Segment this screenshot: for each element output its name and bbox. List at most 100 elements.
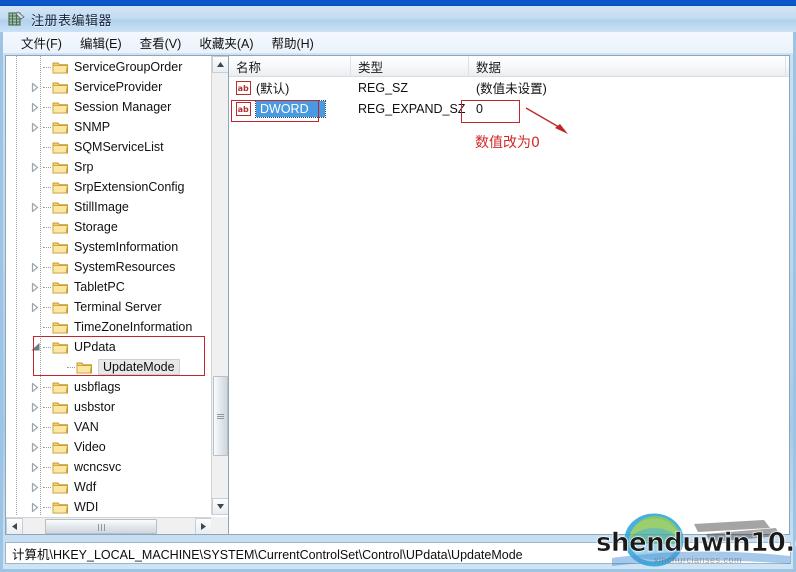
menu-bar: 文件(F) 编辑(E) 查看(V) 收藏夹(A) 帮助(H) [3, 32, 793, 54]
scrollbar-grip-icon [97, 518, 106, 535]
folder-icon [52, 280, 69, 295]
tree-item-wcncsvc[interactable]: wcncsvc [6, 457, 212, 477]
svg-text:ab: ab [238, 84, 249, 93]
tree-item-systemresources[interactable]: SystemResources [6, 257, 212, 277]
expand-arrow-right-icon[interactable] [28, 97, 42, 117]
tree-item-systeminformation[interactable]: SystemInformation [6, 237, 212, 257]
tree-horizontal-scrollbar[interactable] [6, 517, 212, 534]
tree-connector-line [42, 337, 52, 357]
string-value-icon: ab [236, 101, 251, 116]
tree-item-van[interactable]: VAN [6, 417, 212, 437]
scroll-up-arrow-icon[interactable] [212, 56, 228, 73]
tree-item-label: VAN [74, 420, 99, 434]
column-type[interactable]: 类型 [351, 56, 469, 77]
tree-vertical-scrollbar[interactable] [211, 56, 228, 515]
expand-arrow-right-icon[interactable] [28, 477, 42, 497]
expand-arrow-down-icon[interactable] [28, 337, 42, 357]
tree-connector-line [42, 437, 52, 457]
expand-arrow-right-icon[interactable] [28, 77, 42, 97]
menu-file[interactable]: 文件(F) [13, 31, 72, 54]
tree-connector-line [42, 397, 52, 417]
expand-arrow-right-icon[interactable] [28, 377, 42, 397]
tree-item-label: Session Manager [74, 100, 172, 114]
expand-arrow-right-icon[interactable] [28, 257, 42, 277]
tree-item-snmp[interactable]: SNMP [6, 117, 212, 137]
tree-list: ServiceGroupOrder ServiceProvider Session … [6, 56, 212, 515]
folder-icon [52, 80, 69, 95]
tree-item-label: Wdf [74, 480, 97, 494]
tree-item-terminal-server[interactable]: Terminal Server [6, 297, 212, 317]
tree-connector-line [42, 177, 52, 197]
title-bar[interactable]: 注册表编辑器 [0, 6, 796, 32]
expand-arrow-right-icon[interactable] [28, 457, 42, 477]
tree-item-label: usbflags [74, 380, 121, 394]
menu-view[interactable]: 查看(V) [132, 31, 192, 54]
tree-item-storage[interactable]: Storage [6, 217, 212, 237]
tree-item-serviceprovider[interactable]: ServiceProvider [6, 77, 212, 97]
tree-connector-line [42, 297, 52, 317]
expand-arrow-right-icon[interactable] [28, 297, 42, 317]
value-name-text: DWORD [255, 99, 326, 118]
tree-item-label: UPdata [74, 340, 116, 354]
tree-item-srp[interactable]: Srp [6, 157, 212, 177]
tree-item-session-manager[interactable]: Session Manager [6, 97, 212, 117]
expand-arrow-right-icon[interactable] [28, 397, 42, 417]
folder-icon [52, 300, 69, 315]
tree-hscrollbar-thumb[interactable] [45, 519, 157, 534]
folder-icon [52, 200, 69, 215]
scroll-down-arrow-icon[interactable] [212, 498, 228, 515]
value-name-cell: ab DWORD [229, 98, 351, 119]
tree-item-wdi[interactable]: WDI [6, 497, 212, 515]
tree-item-stillimage[interactable]: StillImage [6, 197, 212, 217]
tree-item-servicegrouporder[interactable]: ServiceGroupOrder [6, 57, 212, 77]
value-row[interactable]: ab DWORD REG_EXPAND_SZ 0 [229, 98, 789, 119]
menu-favorites[interactable]: 收藏夹(A) [191, 31, 263, 54]
folder-icon [52, 320, 69, 335]
tree-leaf-spacer [28, 217, 42, 237]
tree-connector-line [42, 97, 52, 117]
registry-tree-pane[interactable]: ServiceGroupOrder ServiceProvider Session … [5, 55, 229, 535]
expand-arrow-right-icon[interactable] [28, 157, 42, 177]
column-data[interactable]: 数据 [469, 56, 786, 77]
tree-connector-line [42, 217, 52, 237]
tree-item-label: Terminal Server [74, 300, 162, 314]
tree-item-usbflags[interactable]: usbflags [6, 377, 212, 397]
tree-item-updata[interactable]: UPdata [6, 337, 212, 357]
expand-arrow-right-icon[interactable] [28, 497, 42, 515]
tree-connector-line [42, 477, 52, 497]
tree-item-wdf[interactable]: Wdf [6, 477, 212, 497]
tree-item-video[interactable]: Video [6, 437, 212, 457]
tree-item-srpextensionconfig[interactable]: SrpExtensionConfig [6, 177, 212, 197]
tree-item-label: SQMServiceList [74, 140, 164, 154]
tree-item-label: TimeZoneInformation [74, 320, 193, 334]
value-row[interactable]: ab (默认) REG_SZ (数值未设置) [229, 77, 789, 98]
status-bar: 计算机\HKEY_LOCAL_MACHINE\SYSTEM\CurrentCon… [5, 542, 791, 564]
expand-arrow-right-icon[interactable] [28, 277, 42, 297]
tree-item-label: WDI [74, 500, 99, 514]
tree-scrollbar-thumb[interactable] [213, 376, 228, 456]
menu-edit[interactable]: 编辑(E) [72, 31, 132, 54]
tree-item-timezoneinformation[interactable]: TimeZoneInformation [6, 317, 212, 337]
expand-arrow-right-icon[interactable] [28, 417, 42, 437]
tree-connector-line [42, 117, 52, 137]
tree-item-tabletpc[interactable]: TabletPC [6, 277, 212, 297]
tree-item-usbstor[interactable]: usbstor [6, 397, 212, 417]
expand-arrow-right-icon[interactable] [28, 117, 42, 137]
scroll-left-arrow-icon[interactable] [6, 518, 23, 534]
scroll-right-arrow-icon[interactable] [195, 518, 212, 534]
menu-help[interactable]: 帮助(H) [263, 31, 323, 54]
tree-item-label: Storage [74, 220, 118, 234]
folder-icon [52, 260, 69, 275]
tree-leaf-spacer [28, 137, 42, 157]
tree-leaf-spacer [28, 317, 42, 337]
tree-scroll-viewport: ServiceGroupOrder ServiceProvider Session … [6, 56, 212, 515]
window-title: 注册表编辑器 [31, 12, 113, 28]
tree-connector-line [42, 377, 52, 397]
value-name-text: (默认) [256, 82, 290, 96]
expand-arrow-right-icon[interactable] [28, 437, 42, 457]
tree-item-sqmservicelist[interactable]: SQMServiceList [6, 137, 212, 157]
registry-value-list-pane[interactable]: 名称 类型 数据 ab (默认) REG_SZ (数值未设置) ab DWORD REG_E… [229, 55, 790, 535]
column-name[interactable]: 名称 [229, 56, 351, 77]
expand-arrow-right-icon[interactable] [28, 197, 42, 217]
tree-item-updatemode[interactable]: UpdateMode [6, 357, 212, 377]
